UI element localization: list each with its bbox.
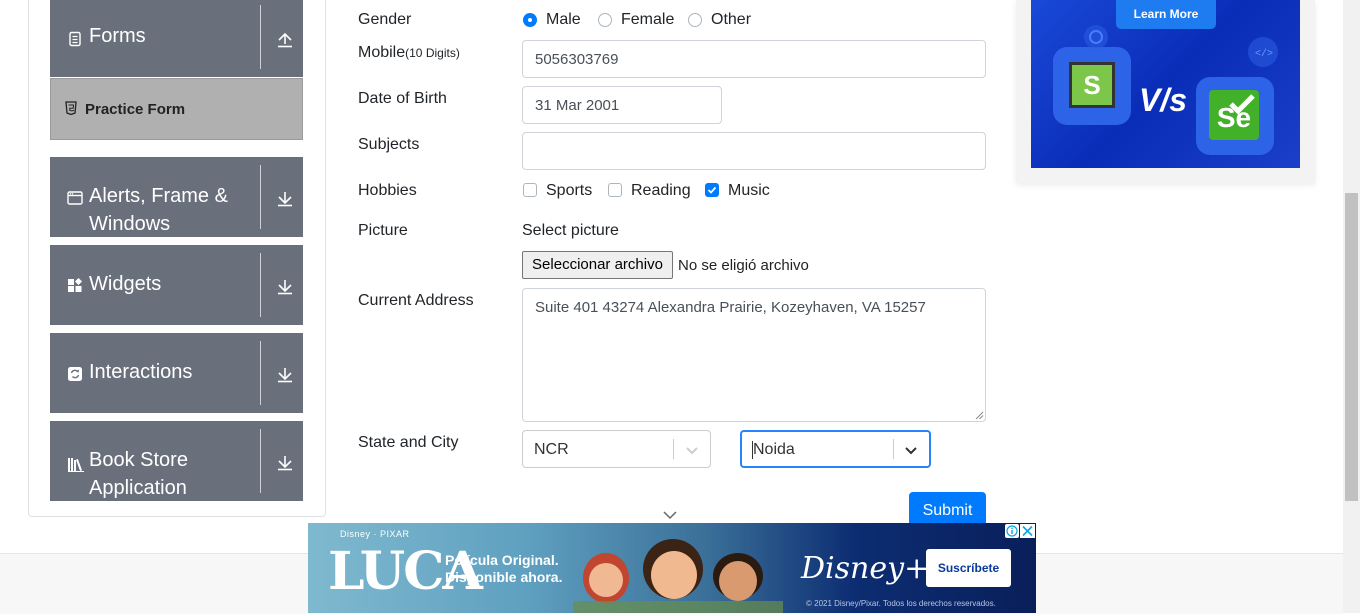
divider [260, 165, 261, 229]
arrow-down-icon[interactable] [276, 454, 294, 472]
arrow-down-icon[interactable] [276, 190, 294, 208]
arrow-down-icon[interactable] [276, 366, 294, 384]
versus-text: V/s [1139, 82, 1188, 118]
bottom-ad-banner[interactable]: Disney · PIXAR LUCA Película Original. D… [308, 523, 1036, 613]
sidebar-group-label: Interactions [89, 361, 193, 383]
disney-plus-logo: Disney+ [801, 551, 930, 586]
hobby-checkbox-music[interactable] [705, 183, 719, 197]
sidebar-group-label: Forms [89, 25, 146, 47]
divider [893, 439, 894, 459]
hobby-checkbox-sports[interactable] [523, 183, 537, 197]
chevron-down-icon[interactable] [903, 442, 919, 458]
dob-input[interactable]: 31 Mar 2001 [522, 86, 722, 124]
hobby-option-label[interactable]: Reading [631, 182, 691, 200]
sidebar-group-widgets[interactable]: Widgets [50, 245, 303, 325]
katalon-logo: S [1069, 62, 1115, 108]
sidebar-group-alerts[interactable]: Alerts, Frame & Windows [50, 157, 303, 237]
ad-line-1: Película Original. [445, 552, 559, 568]
copyright-text: © 2021 Disney/Pixar. Todos los derechos … [806, 599, 996, 608]
sidebar-group-forms[interactable]: Forms [50, 0, 303, 77]
ad-line-2: Disponible ahora. [445, 569, 563, 585]
gender-option-label[interactable]: Male [546, 11, 581, 29]
ad-banner[interactable]: Learn More S V/s Se </> [1031, 0, 1300, 168]
gender-radio-male[interactable] [523, 13, 537, 27]
mobile-hint: (10 Digits) [405, 46, 460, 60]
state-city-label: State and City [358, 434, 459, 451]
check-icon [707, 186, 717, 194]
chevron-down-icon[interactable] [663, 510, 677, 520]
ad-info-icon[interactable] [1005, 524, 1019, 538]
arrow-down-icon[interactable] [276, 278, 294, 296]
text-cursor [752, 441, 753, 459]
picture-label: Picture [358, 222, 408, 239]
html5-icon [65, 101, 77, 115]
city-value: Noida [753, 441, 795, 458]
gender-label: Gender [358, 11, 412, 28]
hobby-option-label[interactable]: Sports [546, 182, 592, 200]
mobile-label: Mobile(10 Digits) [358, 44, 460, 61]
current-address-label: Current Address [358, 292, 474, 309]
sidebar-group-label: Alerts, Frame & [89, 185, 228, 207]
state-value: NCR [534, 441, 569, 458]
subjects-input[interactable] [522, 132, 986, 170]
clock-icon [1084, 25, 1108, 49]
dob-label: Date of Birth [358, 90, 447, 107]
hobbies-label: Hobbies [358, 182, 417, 199]
state-select[interactable]: NCR [522, 430, 711, 468]
divider [260, 253, 261, 317]
gender-radio-female[interactable] [598, 13, 612, 27]
sidebar-group-label: Windows [89, 213, 171, 235]
gender-option-label[interactable]: Other [711, 11, 751, 29]
sidebar-group-interactions[interactable]: Interactions [50, 333, 303, 413]
sidebar-group-label: Application [89, 477, 187, 499]
subjects-label: Subjects [358, 136, 420, 153]
characters-illustration [573, 531, 783, 613]
sidebar-group-label: Book Store [89, 449, 188, 471]
divider [260, 341, 261, 405]
resize-handle-icon[interactable] [975, 411, 984, 420]
check-icon [1229, 94, 1255, 115]
hobby-option-label[interactable]: Music [728, 182, 770, 200]
hobby-checkbox-reading[interactable] [608, 183, 622, 197]
books-icon [68, 458, 84, 472]
sidebar-item-practice-form[interactable]: Practice Form [50, 78, 303, 140]
sidebar-item-label: Practice Form [85, 101, 186, 118]
chevron-down-icon[interactable] [684, 442, 700, 458]
brand-text: Disney · PIXAR [340, 529, 410, 539]
gender-radio-other[interactable] [688, 13, 702, 27]
divider [673, 439, 674, 459]
current-address-textarea[interactable]: Suite 401 43274 Alexandra Prairie, Kozey… [522, 288, 986, 422]
city-select[interactable]: Noida [740, 430, 931, 468]
gender-option-label[interactable]: Female [621, 11, 674, 29]
learn-more-button[interactable]: Learn More [1116, 0, 1216, 29]
arrow-up-icon[interactable] [276, 31, 294, 49]
sidebar-group-label: Widgets [89, 273, 162, 295]
ad-close-icon[interactable] [1020, 524, 1035, 538]
choose-file-button[interactable]: Seleccionar archivo [522, 251, 673, 279]
window-icon [67, 191, 83, 205]
form-icon [69, 31, 81, 47]
widgets-icon [68, 278, 83, 292]
scrollbar-thumb[interactable] [1345, 193, 1358, 501]
divider [260, 429, 261, 493]
divider [260, 5, 261, 69]
code-icon: </> [1248, 37, 1278, 67]
interactions-icon [68, 367, 82, 381]
picture-caption: Select picture [522, 222, 619, 239]
sidebar-group-book-store[interactable]: Book Store Application [50, 421, 303, 501]
subscribe-button[interactable]: Suscríbete [926, 549, 1011, 587]
file-status: No se eligió archivo [678, 257, 809, 274]
svg-text:</>: </> [1255, 48, 1273, 60]
mobile-input[interactable]: 5056303769 [522, 40, 986, 78]
